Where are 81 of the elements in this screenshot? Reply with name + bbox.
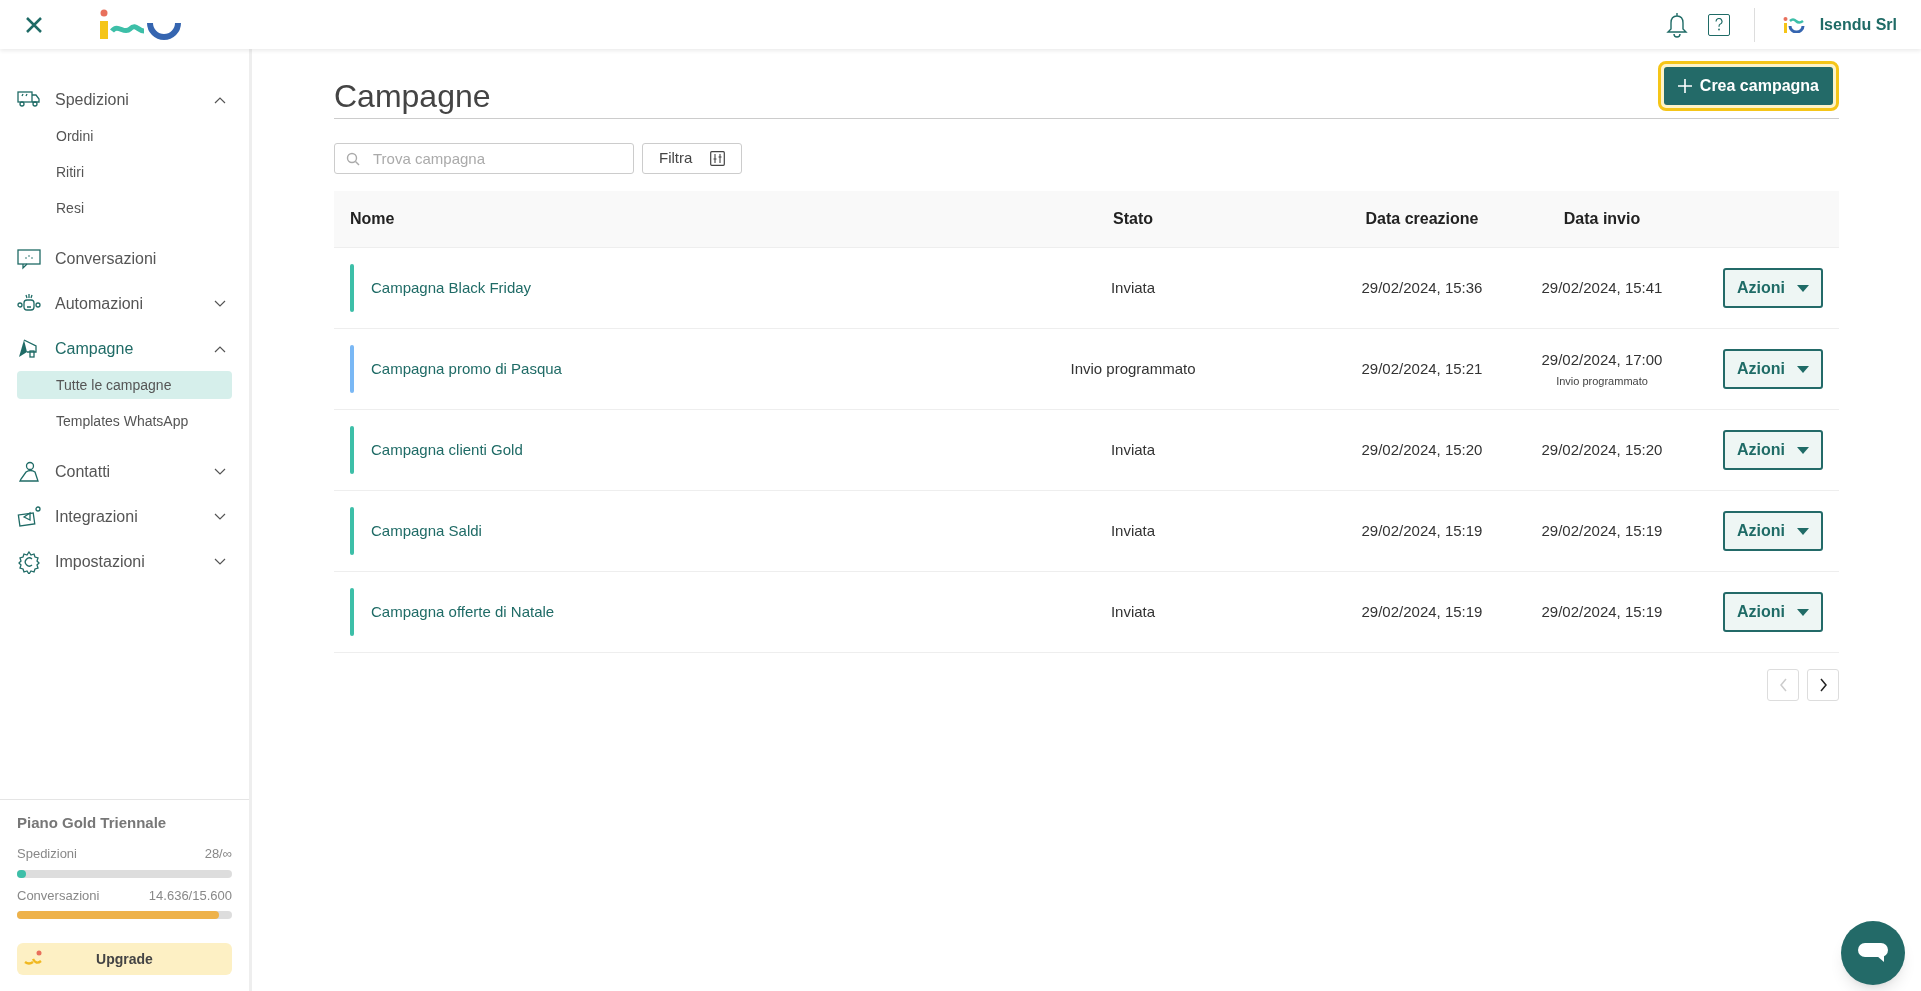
status-text: Invio programmato xyxy=(1070,358,1196,379)
actions-button[interactable]: Azioni xyxy=(1723,268,1823,308)
campaign-link[interactable]: Campagna promo di Pasqua xyxy=(371,357,562,381)
caret-down-icon xyxy=(1797,527,1809,535)
send-date: 29/02/2024, 15:20 xyxy=(1541,439,1663,460)
chevron-up-icon[interactable] xyxy=(214,95,226,104)
created-date: 29/02/2024, 15:19 xyxy=(1361,520,1483,541)
chevron-up-icon[interactable] xyxy=(214,344,226,353)
bell-icon[interactable] xyxy=(1665,11,1688,38)
created-date: 29/02/2024, 15:21 xyxy=(1361,358,1483,379)
column-header: Nome xyxy=(350,209,395,229)
actions-button[interactable]: Azioni xyxy=(1723,430,1823,470)
help-button[interactable] xyxy=(1707,13,1730,36)
send-date: 29/02/2024, 15:19 xyxy=(1541,601,1663,622)
meter-label: Spedizioni xyxy=(17,845,77,863)
status-text: Inviata xyxy=(1110,601,1156,622)
nav-subitem[interactable]: Ritiri xyxy=(17,158,232,186)
chat-icon xyxy=(17,246,41,271)
search-field[interactable]: Trova campagna xyxy=(334,143,634,174)
nav-item[interactable]: Integrazioni xyxy=(55,504,138,529)
plan-title: Piano Gold Triennale xyxy=(17,812,168,833)
caret-down-icon xyxy=(1797,365,1809,373)
caret-down-icon xyxy=(1797,446,1809,454)
nav-subitem[interactable]: Tutte le campagne xyxy=(17,371,232,399)
column-header: Stato xyxy=(1113,209,1153,229)
meter-label: Conversazioni xyxy=(17,886,100,905)
caret-down-icon xyxy=(1797,608,1809,616)
campaign-link[interactable]: Campagna Black Friday xyxy=(371,276,532,300)
search-icon xyxy=(346,152,360,166)
actions-button[interactable]: Azioni xyxy=(1723,592,1823,632)
chevron-down-icon[interactable] xyxy=(214,512,226,521)
chevron-left-icon xyxy=(1777,677,1789,693)
created-date: 29/02/2024, 15:36 xyxy=(1361,277,1483,298)
status-text: Inviata xyxy=(1110,277,1156,298)
caret-down-icon xyxy=(1797,284,1809,292)
sliders-icon xyxy=(710,151,726,166)
actions-button[interactable]: Azioni xyxy=(1723,349,1823,389)
logo-icon xyxy=(100,8,182,41)
nav-item[interactable]: Campagne xyxy=(55,336,134,361)
page-title: Campagne xyxy=(334,76,491,116)
created-date: 29/02/2024, 15:20 xyxy=(1361,439,1483,460)
upgrade-button[interactable]: Upgrade xyxy=(17,943,232,975)
plus-icon xyxy=(1677,78,1692,93)
send-date: 29/02/2024, 15:19 xyxy=(1541,520,1663,541)
meter-reading: 28/∞ xyxy=(204,845,232,863)
question-mark-icon xyxy=(1714,18,1723,31)
column-header: Data creazione xyxy=(1365,209,1479,229)
company-logo-icon xyxy=(1782,16,1805,33)
next-page-button[interactable] xyxy=(1807,669,1839,701)
nav-subitem[interactable]: Ordini xyxy=(17,122,232,150)
chat-bubble-icon xyxy=(1857,941,1889,965)
status-text: Inviata xyxy=(1110,520,1156,541)
chat-button[interactable] xyxy=(1841,921,1905,985)
campaign-link[interactable]: Campagna offerte di Natale xyxy=(371,600,555,624)
send-date: 29/02/2024, 15:41 xyxy=(1541,277,1663,298)
nav-subitem[interactable]: Resi xyxy=(17,194,232,222)
meter-reading: 14.636/15.600 xyxy=(148,886,232,905)
status-text: Inviata xyxy=(1110,439,1156,460)
chevron-down-icon[interactable] xyxy=(214,299,226,308)
column-header: Data invio xyxy=(1563,209,1641,229)
gear-icon xyxy=(17,549,41,574)
nav-item[interactable]: Automazioni xyxy=(55,291,144,316)
filter-button[interactable]: Filtra xyxy=(642,143,743,174)
chevron-down-icon[interactable] xyxy=(214,467,226,476)
chevron-right-icon xyxy=(1817,677,1829,693)
nav-subitem[interactable]: Templates WhatsApp xyxy=(17,407,232,435)
campaign-link[interactable]: Campagna clienti Gold xyxy=(371,438,523,462)
campaign-link[interactable]: Campagna Saldi xyxy=(371,519,482,543)
person-icon xyxy=(17,459,41,484)
send-note: Invio programmato xyxy=(1556,374,1648,389)
nav-item[interactable]: Conversazioni xyxy=(55,246,157,271)
close-icon[interactable] xyxy=(24,14,44,35)
chevron-down-icon[interactable] xyxy=(214,557,226,566)
nav-item[interactable]: Contatti xyxy=(55,459,111,484)
account-name[interactable]: Isendu Srl xyxy=(1819,12,1897,37)
nav-item[interactable]: Spedizioni xyxy=(55,87,129,112)
create-campaign-button[interactable]: Crea campagna xyxy=(1663,66,1833,105)
created-date: 29/02/2024, 15:19 xyxy=(1361,601,1483,622)
actions-button[interactable]: Azioni xyxy=(1723,511,1823,551)
send-date: 29/02/2024, 17:00 xyxy=(1541,349,1663,370)
nav-item[interactable]: Impostazioni xyxy=(55,549,145,574)
